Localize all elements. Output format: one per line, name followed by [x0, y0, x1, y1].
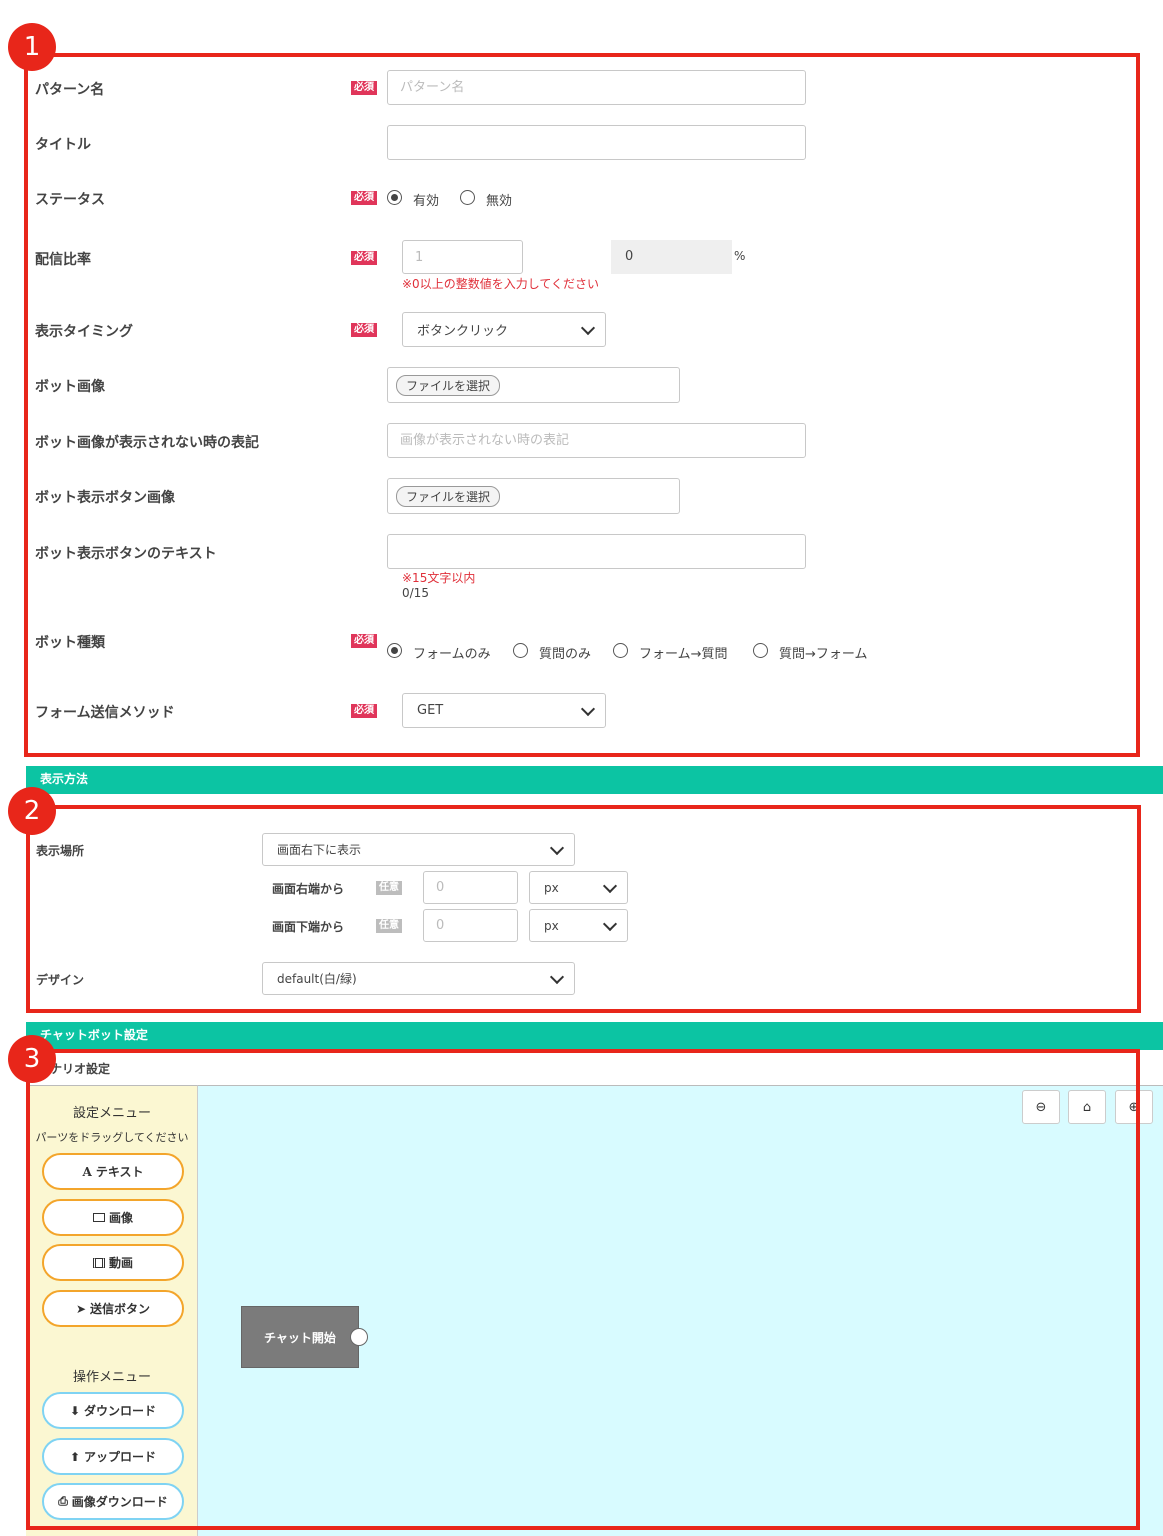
bot-button-text-note: ※15文字以内: [402, 571, 476, 585]
bot-image-label: ボット画像: [35, 379, 105, 395]
ratio-error: ※0以上の整数値を入力してください: [402, 277, 599, 291]
marker-2: 2: [8, 787, 56, 835]
status-inactive-radio[interactable]: [460, 190, 475, 205]
bot-type-form-question-radio[interactable]: [613, 643, 628, 658]
chevron-down-icon: [602, 916, 618, 931]
from-right-unit-select[interactable]: px: [529, 871, 628, 904]
title-label: タイトル: [35, 137, 91, 153]
status-inactive-label: 無効: [486, 194, 513, 209]
bot-type-form-only-radio[interactable]: [387, 643, 402, 658]
chatbot-section-header: チャットボット設定: [26, 1022, 1163, 1050]
display-section-header: 表示方法: [26, 766, 1163, 794]
bot-button-image-file-button[interactable]: ファイルを選択: [396, 486, 501, 507]
optional-badge: 任意: [376, 919, 402, 933]
status-active-label: 有効: [413, 194, 440, 209]
from-bottom-unit-value: px: [544, 918, 559, 933]
from-right-label: 画面右端から: [272, 882, 345, 896]
method-select-value: GET: [417, 703, 444, 718]
bot-type-form-only-label: フォームのみ: [413, 647, 491, 662]
timing-select[interactable]: ボタンクリック: [402, 312, 606, 347]
from-bottom-input[interactable]: [423, 909, 518, 942]
bot-type-question-form-label: 質問→フォーム: [779, 647, 868, 662]
chevron-down-icon: [549, 969, 565, 984]
required-badge: 必須: [351, 704, 377, 718]
bot-type-label: ボット種類: [35, 635, 105, 651]
bot-image-file-button[interactable]: ファイルを選択: [396, 375, 501, 396]
status-active-radio[interactable]: [387, 190, 402, 205]
required-badge: 必須: [351, 81, 377, 95]
chevron-down-icon: [549, 840, 565, 855]
title-input[interactable]: [387, 125, 806, 160]
bot-button-image-file-field: ファイルを選択: [387, 478, 680, 514]
pattern-name-label: パターン名: [35, 82, 105, 98]
required-badge: 必須: [351, 323, 377, 337]
chevron-down-icon: [580, 701, 596, 716]
ratio-computed: 0: [611, 240, 732, 274]
ratio-unit: %: [734, 249, 746, 263]
bot-type-question-only-label: 質問のみ: [539, 647, 592, 662]
required-badge: 必須: [351, 191, 377, 205]
chevron-down-icon: [580, 320, 596, 335]
optional-badge: 任意: [376, 881, 402, 895]
required-badge: 必須: [351, 251, 377, 265]
from-right-input[interactable]: [423, 871, 518, 904]
pattern-name-input[interactable]: [387, 70, 806, 105]
marker-3: 3: [8, 1035, 56, 1083]
location-select[interactable]: 画面右下に表示: [262, 833, 575, 866]
section-3-frame: [26, 1049, 1140, 1530]
bot-type-question-form-radio[interactable]: [753, 643, 768, 658]
from-bottom-label: 画面下端から: [272, 920, 345, 934]
design-select-value: default(白/緑): [277, 972, 357, 986]
design-label: デザイン: [36, 973, 85, 987]
from-right-unit-value: px: [544, 880, 559, 895]
bot-image-alt-input[interactable]: [387, 423, 806, 458]
timing-label: 表示タイミング: [35, 324, 133, 340]
bot-type-question-only-radio[interactable]: [513, 643, 528, 658]
ratio-label: 配信比率: [35, 252, 91, 268]
timing-select-value: ボタンクリック: [417, 324, 509, 339]
location-label: 表示場所: [36, 844, 85, 858]
chevron-down-icon: [602, 878, 618, 893]
bot-type-form-question-label: フォーム→質問: [639, 647, 728, 662]
bot-image-file-field: ファイルを選択: [387, 367, 680, 403]
required-badge: 必須: [351, 634, 377, 648]
bot-button-text-input[interactable]: [387, 534, 806, 569]
bot-button-text-counter: 0/15: [402, 586, 429, 600]
bot-button-image-label: ボット表示ボタン画像: [35, 490, 175, 506]
method-select[interactable]: GET: [402, 693, 606, 728]
location-select-value: 画面右下に表示: [277, 843, 362, 857]
design-select[interactable]: default(白/緑): [262, 962, 575, 995]
bot-button-text-label: ボット表示ボタンのテキスト: [35, 546, 217, 562]
method-label: フォーム送信メソッド: [35, 705, 175, 721]
bot-image-alt-label: ボット画像が表示されない時の表記: [35, 435, 259, 451]
status-label: ステータス: [35, 192, 105, 208]
from-bottom-unit-select[interactable]: px: [529, 909, 628, 942]
marker-1: 1: [8, 23, 56, 71]
ratio-input[interactable]: [402, 240, 523, 274]
